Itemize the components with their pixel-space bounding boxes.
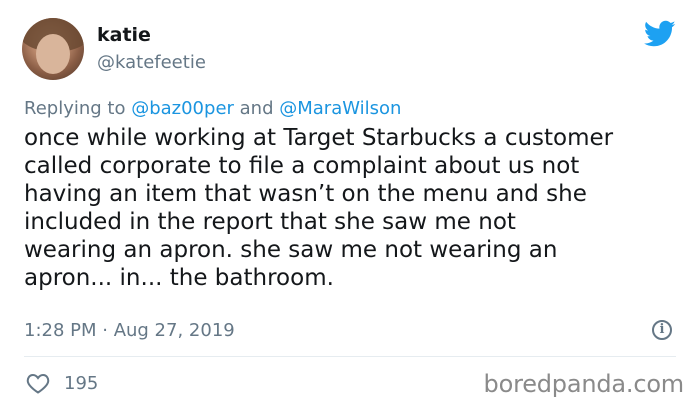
divider xyxy=(24,356,676,357)
replying-to: Replying to @baz00per and @MaraWilson xyxy=(24,98,401,119)
tweet-card: katie @katefeetie Replying to @baz00per … xyxy=(0,0,700,410)
tweet-text-line: called corporate to file a complaint abo… xyxy=(24,153,580,179)
replying-joiner: and xyxy=(233,98,280,119)
mention-link[interactable]: @MaraWilson xyxy=(279,98,401,119)
info-icon[interactable]: i xyxy=(652,320,672,340)
avatar-face xyxy=(36,34,70,74)
author-display-name[interactable]: katie xyxy=(97,24,151,46)
replying-prefix: Replying to xyxy=(24,98,132,119)
author-handle[interactable]: @katefeetie xyxy=(97,52,206,73)
avatar[interactable] xyxy=(22,18,84,80)
like-count: 195 xyxy=(64,373,99,394)
tweet-timestamp[interactable]: 1:28 PM · Aug 27, 2019 xyxy=(24,320,235,341)
twitter-bird-icon[interactable] xyxy=(644,20,676,48)
mention-link[interactable]: @baz00per xyxy=(131,98,234,119)
tweet-text-line: wearing an apron. she saw me not wearing… xyxy=(24,237,558,263)
watermark: boredpanda.com xyxy=(483,370,685,398)
tweet-text-line: having an item that wasn’t on the menu a… xyxy=(24,181,587,207)
tweet-text-line: once while working at Target Starbucks a… xyxy=(24,125,614,151)
tweet-text: once while working at Target Starbucks a… xyxy=(24,124,684,292)
heart-icon[interactable] xyxy=(26,372,50,394)
tweet-text-line: included in the report that she saw me n… xyxy=(24,209,516,235)
tweet-text-line: apron... in... the bathroom. xyxy=(24,265,334,291)
